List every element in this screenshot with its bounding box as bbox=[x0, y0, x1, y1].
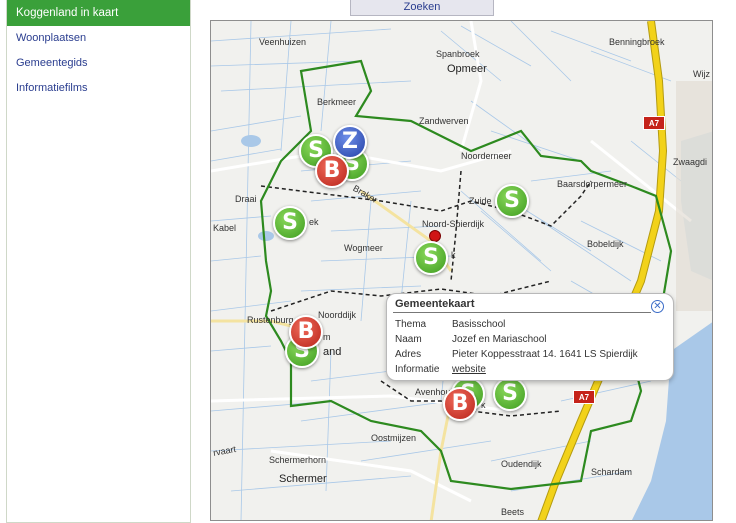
popup-value: Pieter Koppesstraat 14. 1641 LS Spierdij… bbox=[452, 349, 638, 360]
map-base-layer bbox=[211, 21, 712, 520]
sidebar-item-gemeentegids[interactable]: Gemeentegids bbox=[7, 51, 190, 76]
popup-value: Basisschool bbox=[452, 319, 506, 330]
place-label: Oudendijk bbox=[501, 459, 542, 469]
place-label: Beets bbox=[501, 507, 525, 517]
popup-row-adres: Adres Pieter Koppesstraat 14. 1641 LS Spi… bbox=[395, 349, 638, 360]
place-label: Noorddijk bbox=[318, 310, 357, 320]
place-label: Noorderneer bbox=[461, 151, 512, 161]
school-marker-selected[interactable]: S bbox=[414, 241, 448, 275]
road-shield-a7: A7 bbox=[573, 390, 595, 404]
school-marker[interactable]: S bbox=[495, 184, 529, 218]
place-label: Wogmeer bbox=[344, 243, 383, 253]
sidebar-item-koggenland-in-kaart[interactable]: Koggenland in kaart bbox=[7, 0, 190, 26]
search-button[interactable]: Zoeken bbox=[350, 0, 494, 16]
place-label: Noord-Spierdijk bbox=[422, 219, 485, 229]
popup-key: Naam bbox=[395, 334, 422, 345]
map[interactable]: Veenhuizen Spanbroek Opmeer Benningbroek… bbox=[210, 20, 713, 521]
popup-key: Adres bbox=[395, 349, 422, 360]
place-label: Baarsdorpermeer bbox=[557, 179, 628, 189]
place-label: m bbox=[323, 332, 331, 342]
place-label: Wijz bbox=[693, 69, 710, 79]
place-label: k bbox=[451, 250, 456, 260]
website-link[interactable]: website bbox=[452, 364, 486, 375]
school-marker[interactable]: S bbox=[493, 377, 527, 411]
page: Koggenland in kaart Woonplaatsen Gemeent… bbox=[0, 0, 736, 523]
main-content: Zoeken Veenhuizen Spanbroek Opmeer Benni… bbox=[200, 0, 736, 523]
basis-marker[interactable]: B bbox=[289, 315, 323, 349]
popup-value: Jozef en Mariaschool bbox=[452, 334, 547, 345]
place-label: Schermerhorn bbox=[269, 455, 327, 465]
place-label: Bobeldijk bbox=[587, 239, 624, 249]
place-label: Rustenburg bbox=[247, 315, 294, 325]
place-label: ek bbox=[309, 217, 319, 227]
school-marker[interactable]: S bbox=[273, 206, 307, 240]
place-label: Zwaagdi bbox=[673, 157, 708, 167]
place-label: Zandwerven bbox=[419, 116, 469, 126]
sidebar-item-informatiefilms[interactable]: Informatiefilms bbox=[7, 76, 190, 101]
popup-key: Informatie bbox=[395, 364, 440, 375]
popup-key: Thema bbox=[395, 319, 427, 330]
place-label: Spanbroek bbox=[436, 49, 480, 59]
place-label: Opmeer bbox=[447, 63, 487, 75]
place-label: Berkmeer bbox=[317, 97, 357, 107]
place-label: Draai bbox=[235, 194, 257, 204]
place-label: Schardam bbox=[591, 467, 633, 477]
place-label: Oostmijzen bbox=[371, 433, 417, 443]
popup-row-informatie: Informatie website bbox=[395, 364, 486, 375]
basis-marker[interactable]: B bbox=[443, 387, 477, 421]
info-popup: Gemeentekaart ✕ Thema Basisschool Naam Joz… bbox=[386, 293, 674, 381]
place-label: Veenhuizen bbox=[259, 37, 307, 47]
place-label: Benningbroek bbox=[609, 37, 665, 47]
sidebar: Koggenland in kaart Woonplaatsen Gemeent… bbox=[6, 0, 191, 523]
close-icon[interactable]: ✕ bbox=[651, 300, 664, 313]
place-label: Schermer bbox=[279, 473, 327, 485]
place-label: and bbox=[323, 346, 342, 358]
popup-title: Gemeentekaart bbox=[395, 298, 475, 310]
road-shield-a7: A7 bbox=[643, 116, 665, 130]
basis-marker[interactable]: B bbox=[315, 154, 349, 188]
popup-row-thema: Thema Basisschool bbox=[395, 319, 505, 330]
popup-row-naam: Naam Jozef en Mariaschool bbox=[395, 334, 547, 345]
place-label: Kabel bbox=[213, 223, 237, 233]
care-marker[interactable]: Z bbox=[333, 125, 367, 159]
place-label: Zuide bbox=[469, 196, 492, 206]
popup-divider bbox=[393, 312, 651, 313]
sidebar-item-woonplaatsen[interactable]: Woonplaatsen bbox=[7, 26, 190, 51]
